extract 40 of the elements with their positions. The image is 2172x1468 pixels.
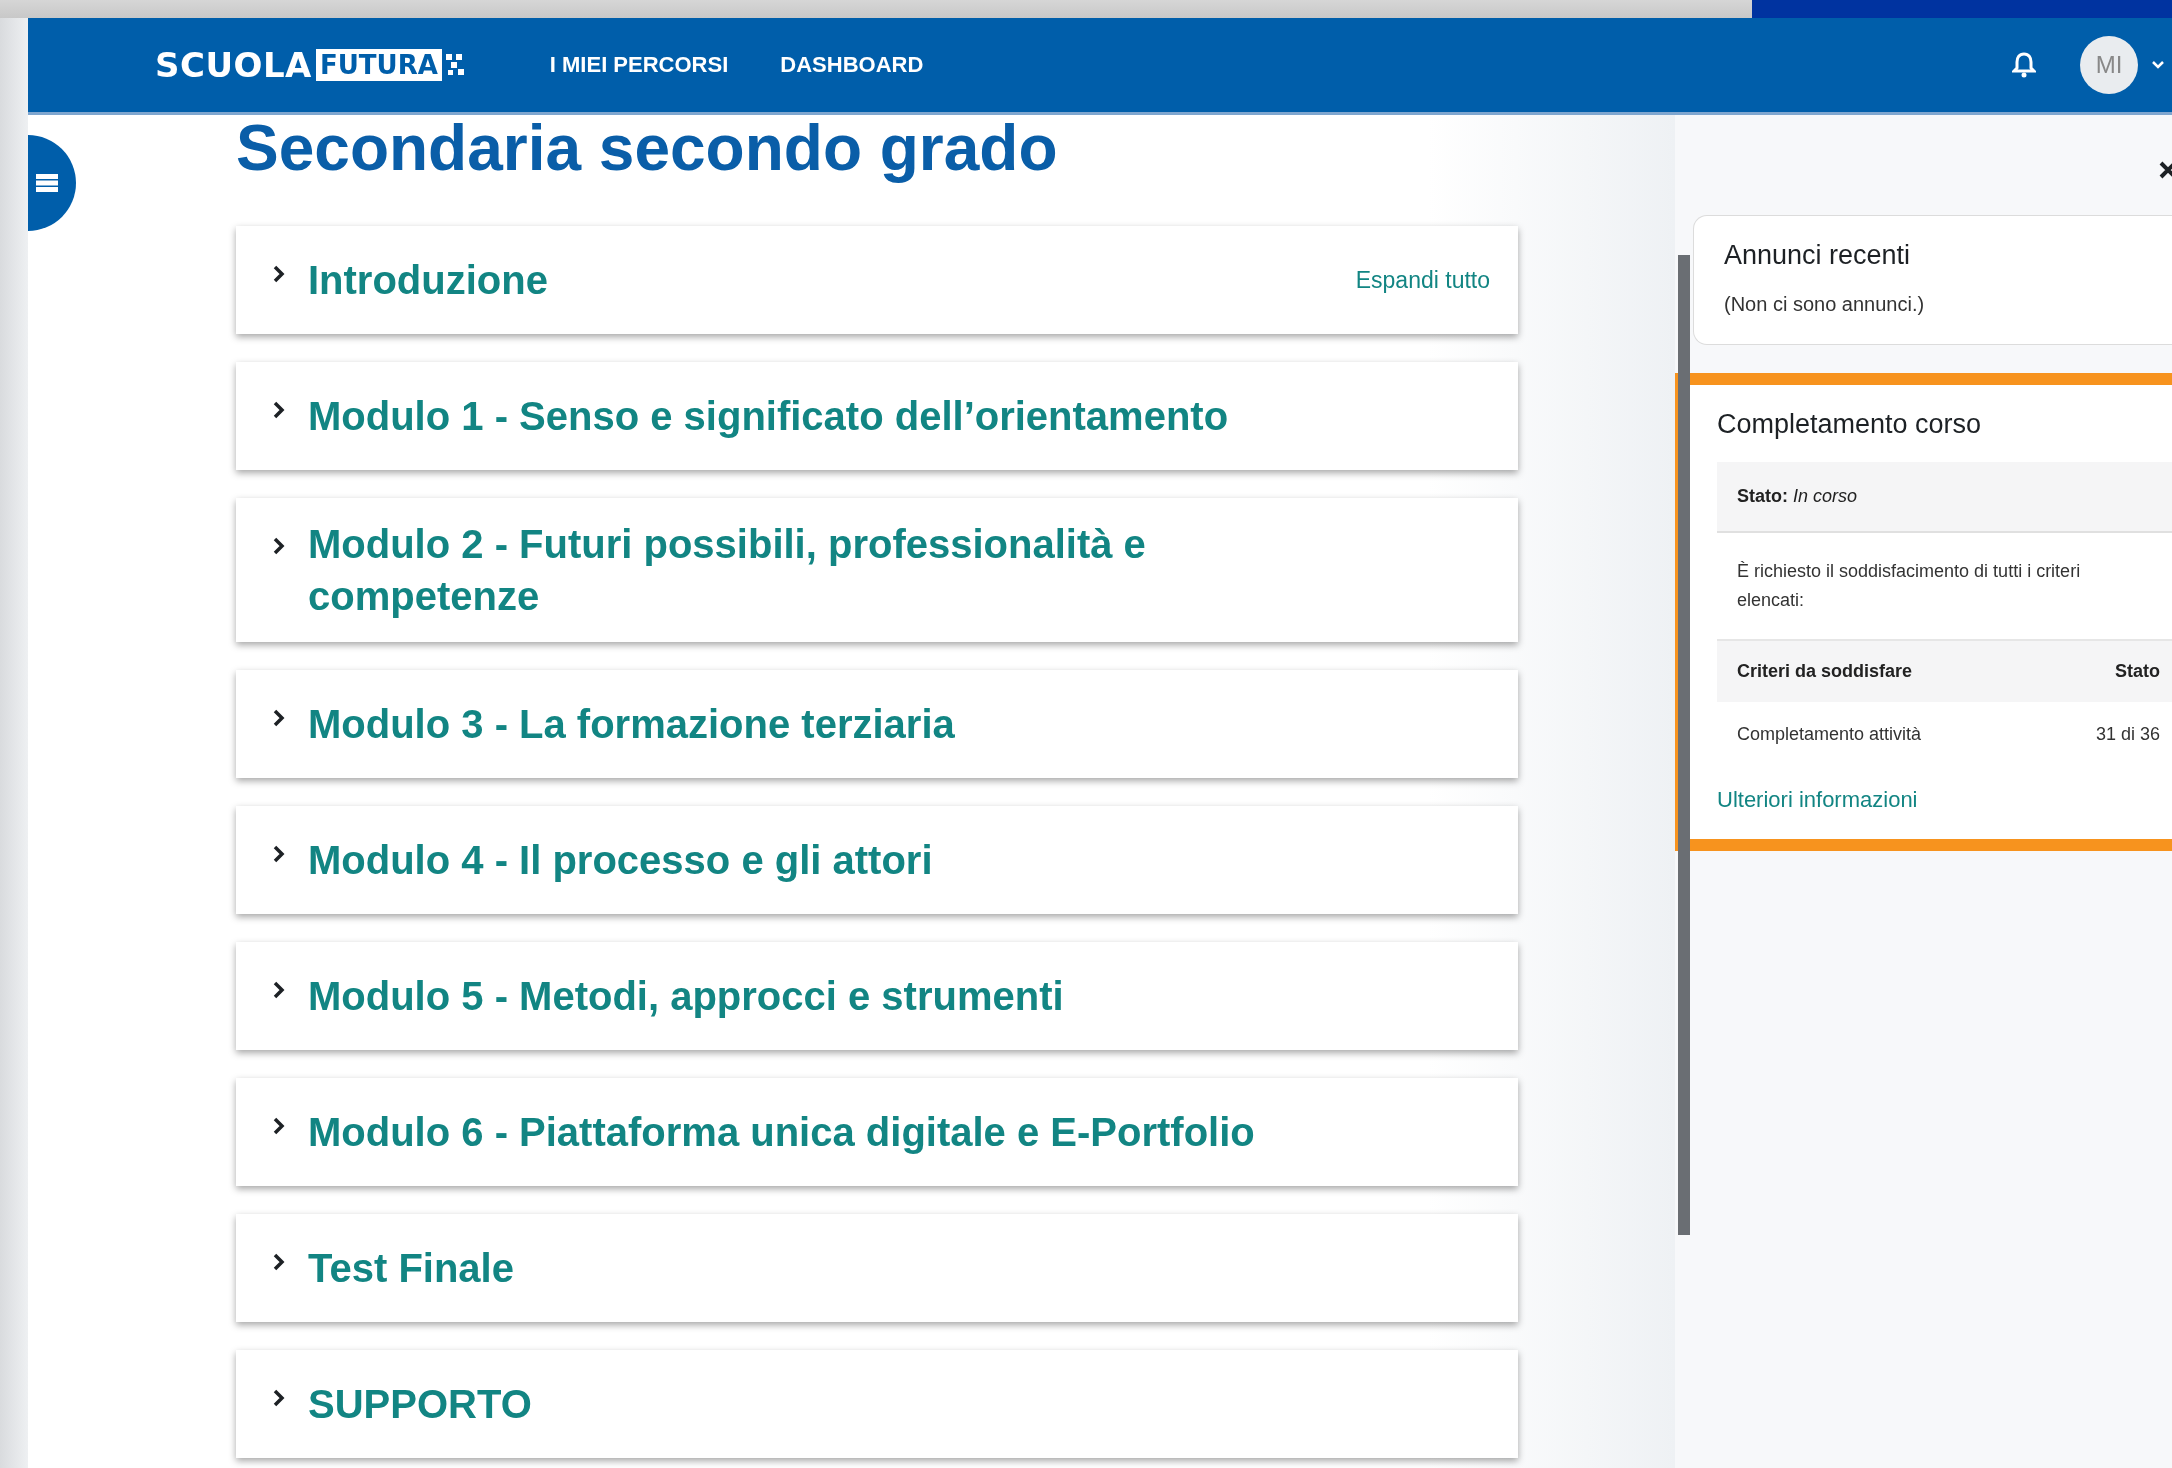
empty-message: (Non ci sono annunci.): [1724, 293, 1926, 316]
status-text: Stato: In corso: [1717, 462, 2172, 533]
section-card[interactable]: Test Finale: [236, 1214, 1518, 1323]
block-title: Annunci recenti: [1724, 240, 1912, 271]
section-title: Modulo 6 - Piattaforma unica digitale e E-Portfolio: [308, 1109, 1255, 1157]
table-cell: 31 di 36: [2095, 723, 2160, 745]
section-title: Modulo 3 - La formazione terziaria: [308, 701, 955, 749]
page-title: Secondaria secondo grado: [236, 115, 1059, 183]
section-card[interactable]: Introduzione Espandi tutto: [236, 226, 1518, 335]
column-header: Stato: [2115, 660, 2160, 682]
section-title: Modulo 4 - Il processo e gli attori: [308, 837, 933, 885]
block-title: Completamento corso: [1717, 409, 1983, 440]
section-card[interactable]: Modulo 6 - Piattaforma unica digitale e E-Portfolio: [236, 1078, 1518, 1187]
section-card[interactable]: Modulo 2 - Futuri possibili, professionalità e competenze: [236, 498, 1518, 643]
nav-link[interactable]: I MIEI PERCORSI: [549, 52, 729, 78]
section-title: Test Finale: [308, 1245, 514, 1293]
section-title: SUPPORTO: [308, 1381, 532, 1429]
section-title: Introduzione: [308, 257, 548, 305]
dots-icon: [445, 52, 466, 78]
section-title: Modulo 1 - Senso e significato dell’orientamento: [308, 393, 1229, 441]
section-card[interactable]: Modulo 3 - La formazione terziaria: [236, 670, 1518, 779]
expand-all-link[interactable]: Espandi tutto: [1355, 266, 1490, 294]
close-icon[interactable]: [2158, 160, 2172, 180]
user-avatar[interactable]: MI: [2080, 36, 2138, 94]
section-card[interactable]: Modulo 4 - Il processo e gli attori: [236, 806, 1518, 915]
nav-link[interactable]: DASHBOARD: [780, 52, 924, 78]
table-cell: Completamento attività: [1737, 723, 1922, 745]
more-info-link[interactable]: Ulteriori informazioni: [1717, 786, 1918, 813]
menu-icon: [36, 174, 58, 192]
section-card[interactable]: Modulo 5 - Metodi, approcci e strumenti: [236, 942, 1518, 1051]
bell-icon[interactable]: [2012, 52, 2036, 78]
section-card[interactable]: Modulo 1 - Senso e significato dell’orientamento: [236, 362, 1518, 471]
column-header: Criteri da soddisfare: [1737, 660, 1913, 682]
logo-text: FUTURA: [315, 49, 442, 81]
caret-icon[interactable]: [2152, 61, 2164, 69]
section-title: Modulo 2 - Futuri possibili, professionalità e competenze: [308, 521, 1147, 621]
scrollbar[interactable]: [1678, 255, 1690, 1235]
logo-text: SCUOLA: [155, 45, 312, 85]
section-card[interactable]: SUPPORTO: [236, 1350, 1518, 1459]
section-title: Modulo 5 - Metodi, approcci e strumenti: [308, 973, 1064, 1021]
